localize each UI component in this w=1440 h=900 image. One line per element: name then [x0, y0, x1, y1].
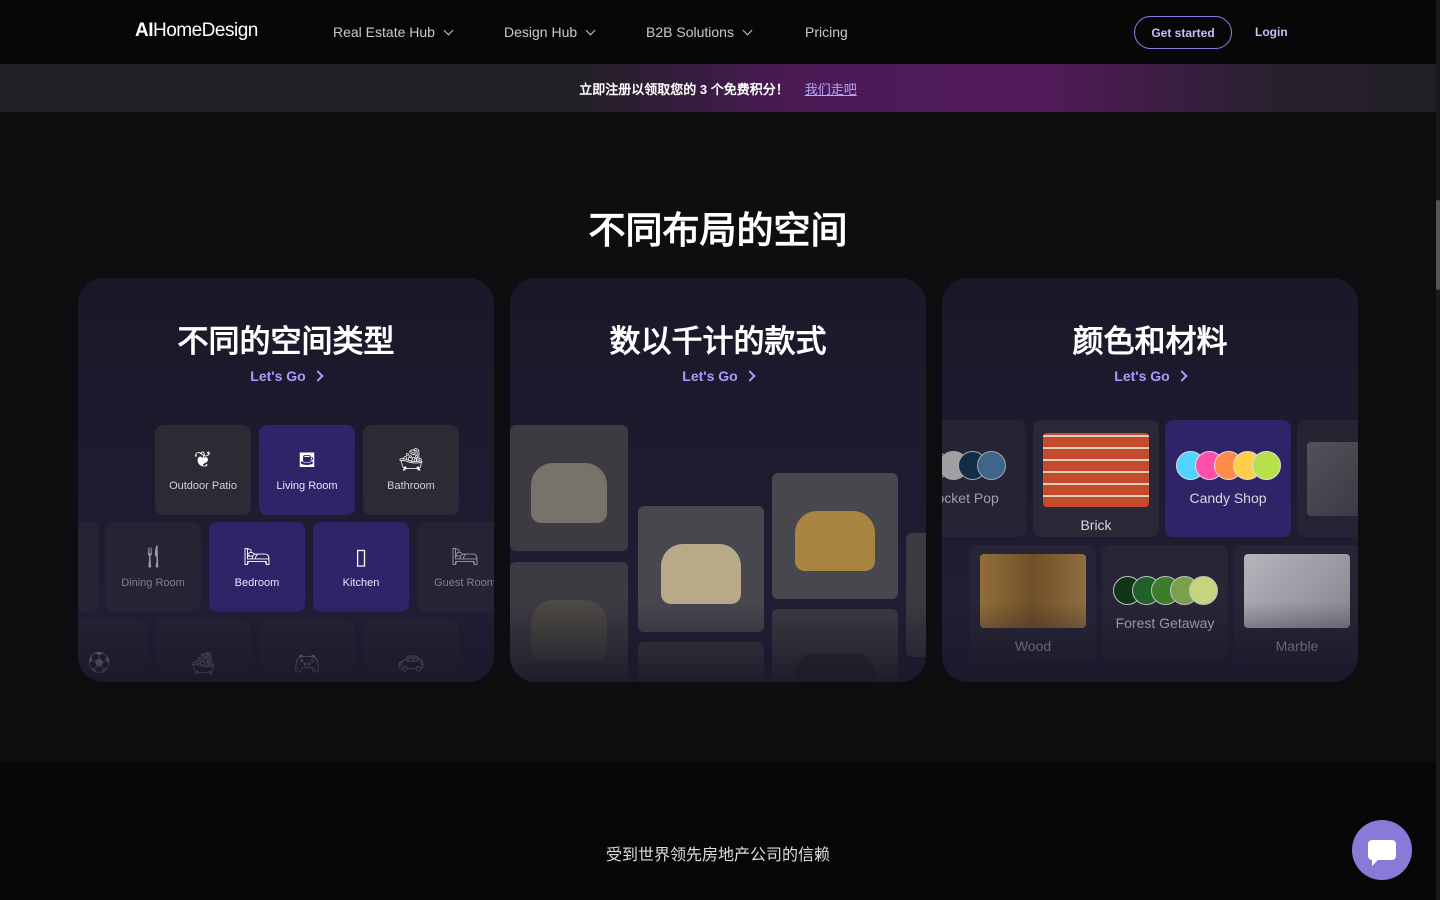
bed-icon: 🛏︎: [243, 544, 271, 569]
room-tile[interactable]: 🛁︎: [155, 619, 251, 682]
style-image[interactable]: [906, 533, 926, 657]
banner-link[interactable]: 我们走吧: [805, 79, 857, 98]
room-tile-outdoor-patio[interactable]: ❦ Outdoor Patio: [155, 425, 251, 515]
trusted-by-section: [0, 762, 1436, 900]
style-image[interactable]: [638, 642, 764, 682]
card-room-types[interactable]: 不同的空间类型 Let's Go ❦ Outdoor Patio ⛾ Living …: [78, 278, 494, 682]
palette-tile-forest-getaway[interactable]: Forest Getaway: [1102, 545, 1228, 662]
chevron-down-icon: [585, 25, 596, 35]
scrollbar[interactable]: [1436, 0, 1440, 900]
chat-bubble-icon: [1368, 840, 1396, 866]
room-tile[interactable]: 🎮︎: [259, 619, 355, 682]
card-title: 颜色和材料: [1072, 324, 1228, 359]
color-dot: [977, 451, 1006, 480]
soccer-ball-icon: ⚽︎: [87, 651, 110, 676]
room-tile[interactable]: 🚗︎: [363, 619, 459, 682]
lets-go-link[interactable]: Let's Go: [942, 368, 1358, 384]
material-tile[interactable]: [1297, 420, 1358, 537]
nav-b2b-solutions[interactable]: B2B Solutions: [646, 24, 753, 40]
lets-go-link[interactable]: Let's Go: [78, 368, 494, 384]
fridge-icon: ▯: [354, 544, 368, 569]
bathtub-icon: 🛁︎: [189, 651, 217, 676]
chevron-down-icon: [742, 25, 753, 35]
lets-go-link[interactable]: Let's Go: [510, 368, 926, 384]
wood-swatch: [980, 553, 1086, 628]
color-dot: [1251, 451, 1281, 480]
chevron-right-icon: [312, 370, 324, 382]
double-bed-icon: 🛏︎: [451, 544, 479, 569]
banner-text: 立即注册以领取您的 3 个免费积分！: [579, 81, 789, 97]
promo-banner: 立即注册以领取您的 3 个免费积分！ 我们走吧: [0, 64, 1436, 112]
material-tile-marble[interactable]: Marble: [1234, 545, 1358, 662]
color-dot: [1188, 576, 1218, 605]
nav-real-estate-hub[interactable]: Real Estate Hub: [333, 24, 454, 40]
top-nav: AIHomeDesign Real Estate Hub Design Hub …: [0, 0, 1436, 64]
room-tile[interactable]: ⚽︎: [78, 619, 147, 682]
card-colors-materials[interactable]: 颜色和材料 Let's Go Pocket Pop Brick Candy Sh…: [942, 278, 1358, 682]
scrollbar-thumb[interactable]: [1436, 200, 1440, 290]
chevron-down-icon: [443, 25, 454, 35]
marble-swatch: [1244, 553, 1350, 628]
card-title: 不同的空间类型: [177, 324, 395, 359]
logo[interactable]: AIHomeDesign: [135, 20, 258, 42]
material-tile-brick[interactable]: Brick: [1033, 420, 1159, 537]
trusted-by-text: 受到世界领先房地产公司的信赖: [605, 847, 830, 864]
palette-tile-candy-shop[interactable]: Candy Shop: [1165, 420, 1291, 537]
gamepad-icon: 🎮︎: [293, 651, 321, 676]
chevron-right-icon: [1176, 370, 1188, 382]
room-tile-kitchen[interactable]: ▯ Kitchen: [313, 522, 409, 612]
palette-tile-pocket-pop[interactable]: Pocket Pop: [942, 420, 1026, 537]
get-started-button[interactable]: Get started: [1134, 16, 1232, 49]
card-styles[interactable]: 数以千计的款式 Let's Go: [510, 278, 926, 682]
style-image[interactable]: [772, 609, 898, 682]
room-tile-dining-room[interactable]: 🍴︎ Dining Room: [105, 522, 201, 612]
car-icon: 🚗︎: [397, 651, 425, 676]
room-tile-bedroom[interactable]: 🛏︎ Bedroom: [209, 522, 305, 612]
login-link[interactable]: Login: [1255, 25, 1288, 39]
room-tile-living-room[interactable]: ⛾ Living Room: [259, 425, 355, 515]
style-image-tufted-sofa[interactable]: [510, 562, 628, 682]
nav-design-hub[interactable]: Design Hub: [504, 24, 596, 40]
brick-swatch: [1043, 432, 1149, 507]
chat-button[interactable]: [1352, 820, 1412, 880]
style-image-rattan-chair[interactable]: [772, 473, 898, 599]
style-image-beige-armchair[interactable]: [638, 506, 764, 632]
room-tile[interactable]: [78, 522, 99, 612]
material-tile-wood[interactable]: Wood: [970, 545, 1096, 662]
chevron-right-icon: [744, 370, 756, 382]
bathtub-icon: 🛁︎: [397, 447, 425, 472]
sofa-icon: ⛾: [298, 447, 316, 472]
card-title: 数以千计的款式: [609, 324, 827, 359]
section-title: 不同布局的空间: [588, 210, 848, 251]
nav-pricing[interactable]: Pricing: [805, 24, 848, 40]
plant-icon: ❦: [193, 447, 213, 472]
style-image-gray-armchair[interactable]: [510, 425, 628, 551]
room-tile-bathroom[interactable]: 🛁︎ Bathroom: [363, 425, 459, 515]
room-tile-guest-room[interactable]: 🛏︎ Guest Room: [417, 522, 494, 612]
fork-knife-icon: 🍴︎: [139, 544, 167, 569]
